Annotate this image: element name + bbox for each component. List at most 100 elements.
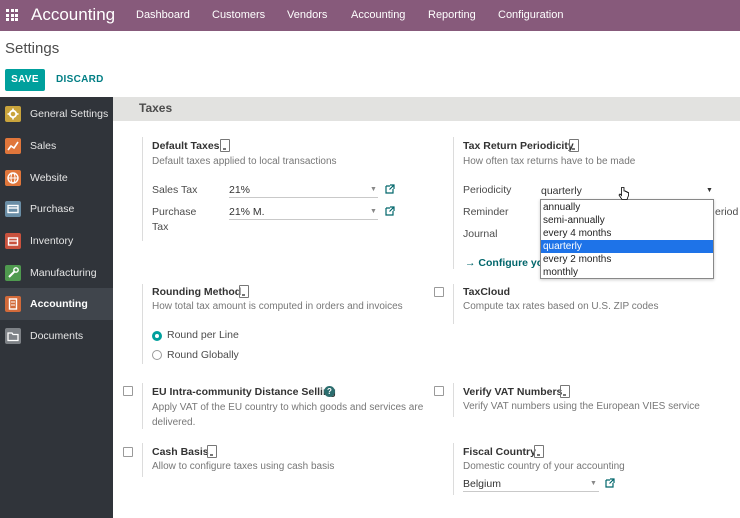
sidebar-item-purchase[interactable]: Purchase — [0, 193, 113, 225]
round-per-line-label[interactable]: Round per Line — [167, 329, 239, 341]
sidebar-item-label: Purchase — [30, 203, 75, 215]
option-every-4-months[interactable]: every 4 months — [541, 227, 713, 240]
settings-sidebar: General Settings Sales Website Purchase … — [0, 97, 113, 518]
company-setting-icon — [239, 285, 249, 298]
company-setting-icon — [569, 139, 579, 152]
fiscal-country-desc: Domestic country of your accounting — [463, 461, 625, 472]
purchase-card-icon — [5, 201, 21, 217]
tax-return-title: Tax Return Periodicity — [463, 140, 574, 152]
verify-vat-desc: Verify VAT numbers using the European VI… — [463, 401, 700, 412]
setting-divider — [142, 443, 143, 477]
menu-reporting[interactable]: Reporting — [428, 0, 476, 31]
default-taxes-desc: Default taxes applied to local transacti… — [152, 156, 337, 167]
save-button[interactable]: SAVE — [5, 69, 45, 91]
sidebar-item-general-settings[interactable]: General Settings — [0, 98, 113, 130]
accounting-doc-icon — [5, 296, 21, 312]
sidebar-item-website[interactable]: Website — [0, 162, 113, 194]
journal-label: Journal — [463, 228, 498, 240]
rounding-title: Rounding Method — [152, 286, 242, 298]
sidebar-item-label: Inventory — [30, 235, 74, 247]
setting-divider — [453, 443, 454, 495]
company-setting-icon — [534, 445, 544, 458]
taxcloud-desc: Compute tax rates based on U.S. ZIP code… — [463, 301, 659, 312]
round-globally-label[interactable]: Round Globally — [167, 349, 239, 361]
sidebar-item-label: General Settings — [30, 108, 109, 120]
top-navbar: Accounting Dashboard Customers Vendors A… — [0, 0, 740, 31]
chevron-down-icon[interactable]: ▼ — [590, 480, 597, 487]
cash-basis-title: Cash Basis — [152, 446, 209, 458]
cash-basis-checkbox[interactable] — [123, 447, 133, 457]
external-link-icon[interactable] — [385, 206, 395, 216]
purchase-tax-label-2: Tax — [152, 221, 169, 233]
cash-basis-desc: Allow to configure taxes using cash basi… — [152, 461, 335, 472]
sales-tax-field[interactable]: 21% — [229, 183, 378, 198]
sidebar-item-label: Manufacturing — [30, 267, 97, 279]
sidebar-item-label: Website — [30, 172, 68, 184]
company-setting-icon — [207, 445, 217, 458]
sidebar-item-sales[interactable]: Sales — [0, 130, 113, 162]
apps-menu-icon[interactable] — [6, 9, 18, 21]
eu-distance-title: EU Intra-community Distance Selling — [152, 386, 336, 398]
help-question-icon[interactable]: ? — [324, 386, 335, 397]
eu-distance-desc-2: delivered. — [152, 417, 196, 428]
taxes-section-header: Taxes — [113, 97, 740, 121]
chevron-down-icon[interactable]: ▼ — [370, 186, 377, 193]
external-link-icon[interactable] — [605, 478, 615, 488]
setting-divider — [453, 137, 454, 269]
option-monthly[interactable]: monthly — [541, 266, 713, 279]
sidebar-item-inventory[interactable]: Inventory — [0, 225, 113, 257]
page-title: Settings — [5, 40, 60, 57]
default-taxes-title: Default Taxes — [152, 140, 220, 152]
sidebar-item-label: Documents — [30, 330, 84, 342]
eu-distance-desc: Apply VAT of the EU country to which goo… — [152, 402, 424, 413]
fiscal-country-title: Fiscal Country — [463, 446, 536, 458]
purchase-tax-field[interactable]: 21% M. — [229, 205, 378, 220]
general-settings-icon — [5, 106, 21, 122]
manufacturing-wrench-icon — [5, 265, 21, 281]
menu-customers[interactable]: Customers — [212, 0, 265, 31]
option-quarterly[interactable]: quarterly — [541, 240, 713, 253]
rounding-desc: How total tax amount is computed in orde… — [152, 301, 403, 312]
inventory-box-icon — [5, 233, 21, 249]
external-link-icon[interactable] — [385, 184, 395, 194]
purchase-tax-label: Purchase — [152, 206, 197, 218]
setting-divider — [453, 383, 454, 417]
menu-accounting[interactable]: Accounting — [351, 0, 405, 31]
verify-vat-title: Verify VAT Numbers — [463, 386, 563, 398]
sidebar-item-documents[interactable]: Documents — [0, 320, 113, 352]
hand-pointer-cursor-icon — [618, 186, 630, 202]
sales-tax-label: Sales Tax — [152, 184, 198, 196]
option-annually[interactable]: annually — [541, 201, 713, 214]
company-setting-icon — [220, 139, 230, 152]
app-title[interactable]: Accounting — [31, 3, 115, 27]
sales-chart-icon — [5, 138, 21, 154]
taxcloud-checkbox[interactable] — [434, 287, 444, 297]
menu-dashboard[interactable]: Dashboard — [136, 0, 190, 31]
round-globally-radio[interactable] — [152, 350, 162, 360]
periodicity-dropdown-list: annually semi-annually every 4 months qu… — [540, 199, 714, 279]
company-setting-icon — [560, 385, 570, 398]
chevron-down-icon[interactable]: ▼ — [370, 208, 377, 215]
setting-divider — [142, 284, 143, 364]
taxcloud-title: TaxCloud — [463, 286, 511, 298]
fiscal-country-field[interactable]: Belgium — [463, 477, 599, 492]
menu-configuration[interactable]: Configuration — [498, 0, 563, 31]
discard-button[interactable]: DISCARD — [56, 69, 104, 91]
setting-divider — [453, 284, 454, 324]
eu-distance-checkbox[interactable] — [123, 386, 133, 396]
option-every-2-months[interactable]: every 2 months — [541, 253, 713, 266]
setting-divider — [142, 137, 143, 241]
verify-vat-checkbox[interactable] — [434, 386, 444, 396]
menu-vendors[interactable]: Vendors — [287, 0, 327, 31]
sidebar-item-manufacturing[interactable]: Manufacturing — [0, 257, 113, 289]
sidebar-item-accounting[interactable]: Accounting — [0, 288, 113, 320]
option-semi-annually[interactable]: semi-annually — [541, 214, 713, 227]
tax-return-desc: How often tax returns have to be made — [463, 156, 636, 167]
setting-divider — [142, 383, 143, 429]
reminder-suffix: eriod — [715, 206, 739, 218]
sidebar-item-label: Accounting — [30, 298, 88, 310]
round-per-line-radio[interactable] — [152, 331, 162, 341]
periodicity-label: Periodicity — [463, 184, 512, 196]
configure-link[interactable]: → Configure you — [465, 257, 550, 269]
chevron-down-icon[interactable]: ▼ — [706, 187, 713, 194]
